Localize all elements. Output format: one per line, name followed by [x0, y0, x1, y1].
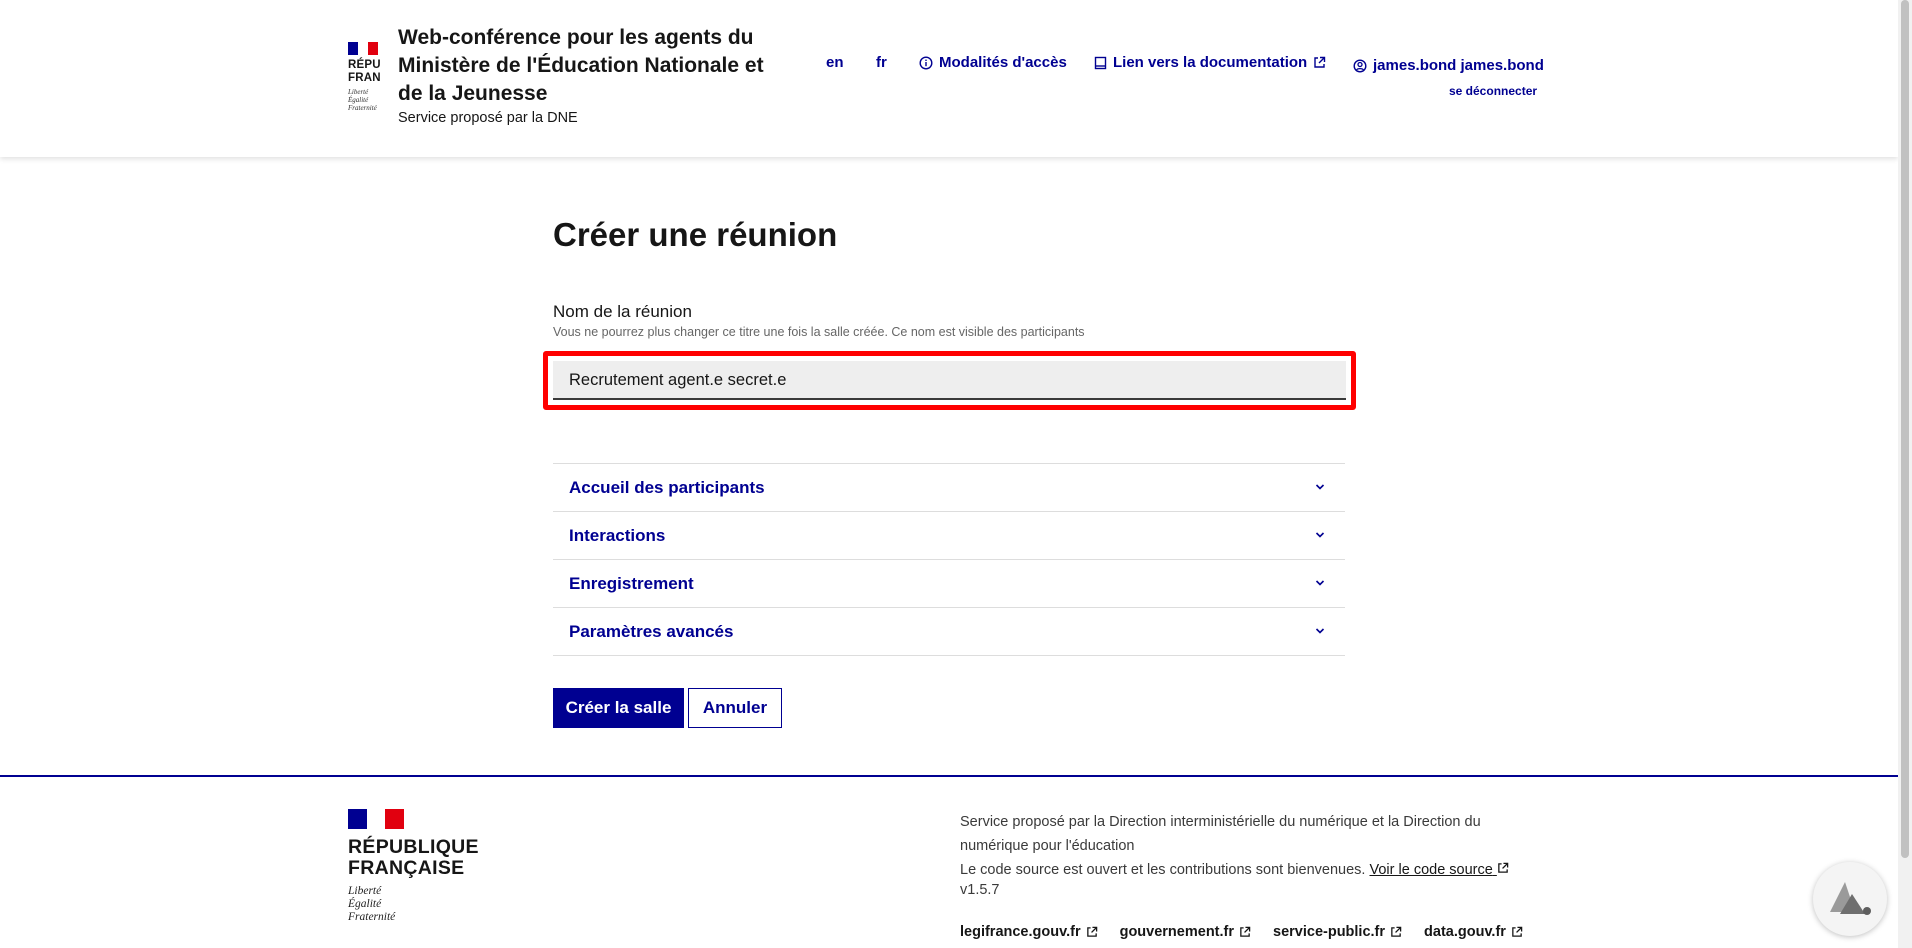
- meeting-name-label: Nom de la réunion: [553, 302, 692, 321]
- lang-fr-link[interactable]: fr: [876, 54, 887, 71]
- accordion-label: Accueil des participants: [569, 477, 765, 497]
- footer-logo-line-2: FRANÇAISE: [348, 857, 465, 879]
- accordion-parametres-avances[interactable]: Paramètres avancés: [553, 608, 1345, 656]
- chevron-down-icon: [1315, 532, 1325, 538]
- app-version: v1.5.7: [960, 882, 1000, 898]
- triangle-logo-icon: [1830, 882, 1871, 915]
- user-circle-icon: [1353, 58, 1367, 73]
- meeting-name-input[interactable]: [553, 361, 1346, 400]
- republique-logo[interactable]: RÉPU FRAN Liberté Égalité Fraternité: [348, 42, 390, 112]
- info-circle-icon: [919, 55, 933, 70]
- accordion-label: Interactions: [569, 525, 666, 545]
- scrollbar-thumb[interactable]: [1901, 0, 1909, 858]
- footer-link-data-gouv[interactable]: data.gouv.fr: [1424, 924, 1523, 940]
- access-link[interactable]: Modalités d'accès: [919, 54, 1067, 71]
- flag-icon: [348, 42, 378, 55]
- site-tagline: Service proposé par la DNE: [398, 110, 578, 126]
- meeting-name-hint: Vous ne pourrez plus changer ce titre un…: [553, 325, 1085, 339]
- footer-republique-logo[interactable]: RÉPUBLIQUE FRANÇAISE Liberté Égalité Fra…: [348, 809, 479, 924]
- footer-text-line2: Le code source est ouvert et les contrib…: [960, 862, 1366, 878]
- docs-label: Lien vers la documentation: [1113, 54, 1308, 71]
- chevron-down-icon: [1315, 484, 1325, 490]
- settings-accordion: Accueil des participants Interactions En…: [553, 463, 1345, 656]
- logo-line-2: FRAN: [348, 72, 381, 84]
- footer-link-legifrance[interactable]: legifrance.gouv.fr: [960, 924, 1098, 940]
- chevron-down-icon: [1315, 628, 1325, 634]
- accordion-label: Paramètres avancés: [569, 621, 734, 641]
- footer-links: legifrance.gouv.fr gouvernement.fr servi…: [960, 924, 1523, 940]
- site-footer: RÉPUBLIQUE FRANÇAISE Liberté Égalité Fra…: [0, 775, 1898, 948]
- page-scrollbar[interactable]: [1898, 0, 1912, 948]
- source-code-link[interactable]: Voir le code source: [1369, 862, 1509, 878]
- accordion-accueil-participants[interactable]: Accueil des participants: [553, 464, 1345, 512]
- accordion-enregistrement[interactable]: Enregistrement: [553, 560, 1345, 608]
- footer-link-service-public[interactable]: service-public.fr: [1273, 924, 1402, 940]
- site-header: RÉPU FRAN Liberté Égalité Fraternité Web…: [0, 0, 1898, 157]
- highlight-box: [543, 351, 1356, 410]
- user-name: james.bond james.bond: [1373, 57, 1544, 74]
- footer-link-gouvernement[interactable]: gouvernement.fr: [1120, 924, 1251, 940]
- footer-logo-line-1: RÉPUBLIQUE: [348, 836, 479, 858]
- logo-line-1: RÉPU: [348, 59, 381, 71]
- external-link-icon: [1314, 56, 1326, 68]
- lang-en-link[interactable]: en: [826, 54, 844, 71]
- page-title: Créer une réunion: [553, 216, 838, 253]
- footer-description: Service proposé par la Direction intermi…: [960, 810, 1540, 882]
- logo-motto: Liberté Égalité Fraternité: [348, 88, 377, 112]
- docs-link[interactable]: Lien vers la documentation: [1094, 54, 1326, 71]
- flag-icon: [348, 809, 405, 829]
- access-label: Modalités d'accès: [939, 54, 1067, 71]
- chevron-down-icon: [1315, 580, 1325, 586]
- assistant-badge[interactable]: [1813, 862, 1887, 936]
- footer-text-line1: Service proposé par la Direction intermi…: [960, 814, 1481, 854]
- book-icon: [1094, 56, 1107, 69]
- external-link-icon: [1240, 926, 1251, 937]
- footer-logo-motto: Liberté Égalité Fraternité: [348, 885, 396, 923]
- accordion-interactions[interactable]: Interactions: [553, 512, 1345, 560]
- create-room-button[interactable]: Créer la salle: [553, 688, 684, 728]
- external-link-icon: [1086, 926, 1097, 937]
- external-link-icon: [1391, 926, 1402, 937]
- logout-link[interactable]: se déconnecter: [1449, 84, 1537, 98]
- user-account-link[interactable]: james.bond james.bond: [1353, 57, 1544, 74]
- external-link-icon: [1498, 862, 1509, 873]
- site-title[interactable]: Web-conférence pour les agents du Minist…: [398, 24, 778, 108]
- accordion-label: Enregistrement: [569, 573, 694, 593]
- external-link-icon: [1512, 926, 1523, 937]
- cancel-button[interactable]: Annuler: [688, 688, 782, 728]
